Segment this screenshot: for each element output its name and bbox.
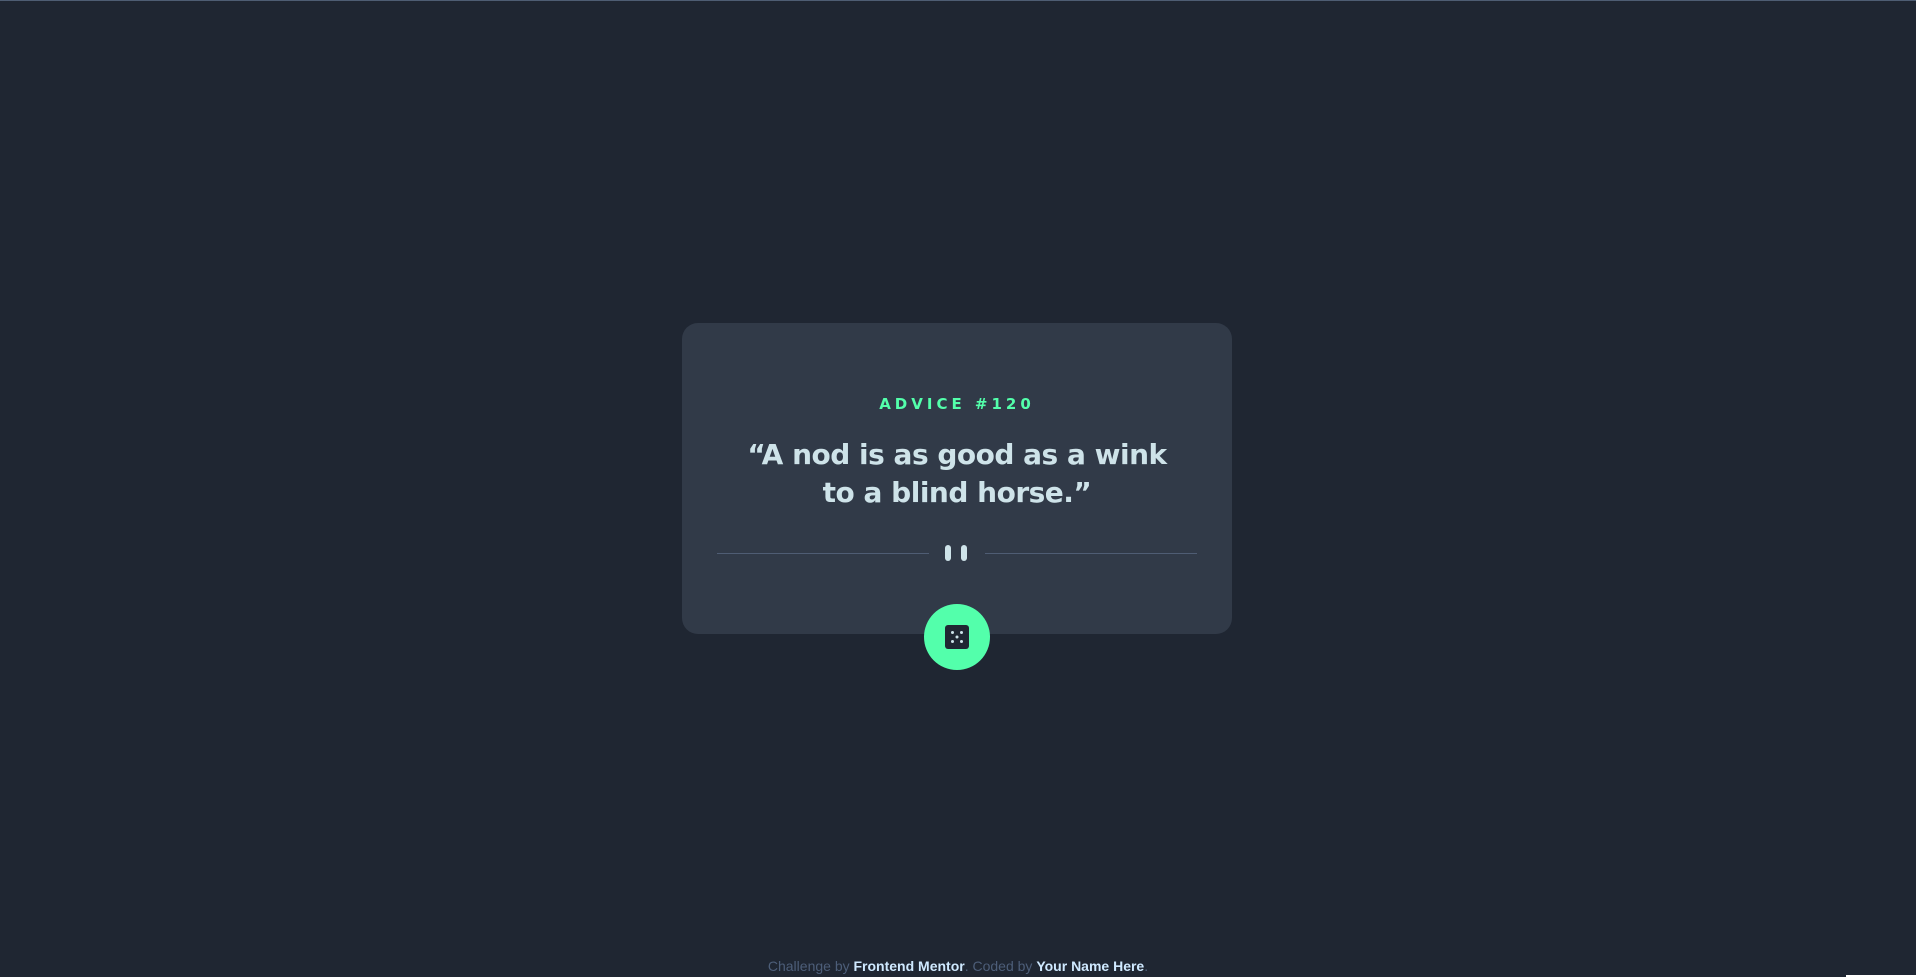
divider bbox=[717, 545, 1197, 561]
dice-icon bbox=[945, 625, 969, 649]
pause-bar-right bbox=[961, 545, 967, 561]
advice-quote: “A nod is as good as a wink to a blind h… bbox=[747, 438, 1167, 509]
divider-line-left bbox=[717, 553, 929, 554]
coded-prefix: . Coded by bbox=[964, 958, 1037, 974]
footer-suffix: . bbox=[1144, 958, 1149, 974]
advice-card: ADVICE #120 “A nod is as good as a wink … bbox=[682, 323, 1232, 634]
divider-line-right bbox=[985, 553, 1197, 554]
new-advice-button[interactable] bbox=[924, 604, 990, 670]
pause-icon bbox=[945, 545, 969, 561]
advice-number: ADVICE #120 bbox=[879, 395, 1035, 413]
top-border bbox=[0, 0, 1916, 1]
frontend-mentor-link[interactable]: Frontend Mentor bbox=[854, 958, 965, 974]
pause-bar-left bbox=[945, 545, 951, 561]
author-link[interactable]: Your Name Here bbox=[1036, 958, 1144, 974]
challenge-prefix: Challenge by bbox=[767, 958, 854, 974]
attribution: Challenge by Frontend Mentor. Coded by Y… bbox=[0, 958, 1916, 974]
